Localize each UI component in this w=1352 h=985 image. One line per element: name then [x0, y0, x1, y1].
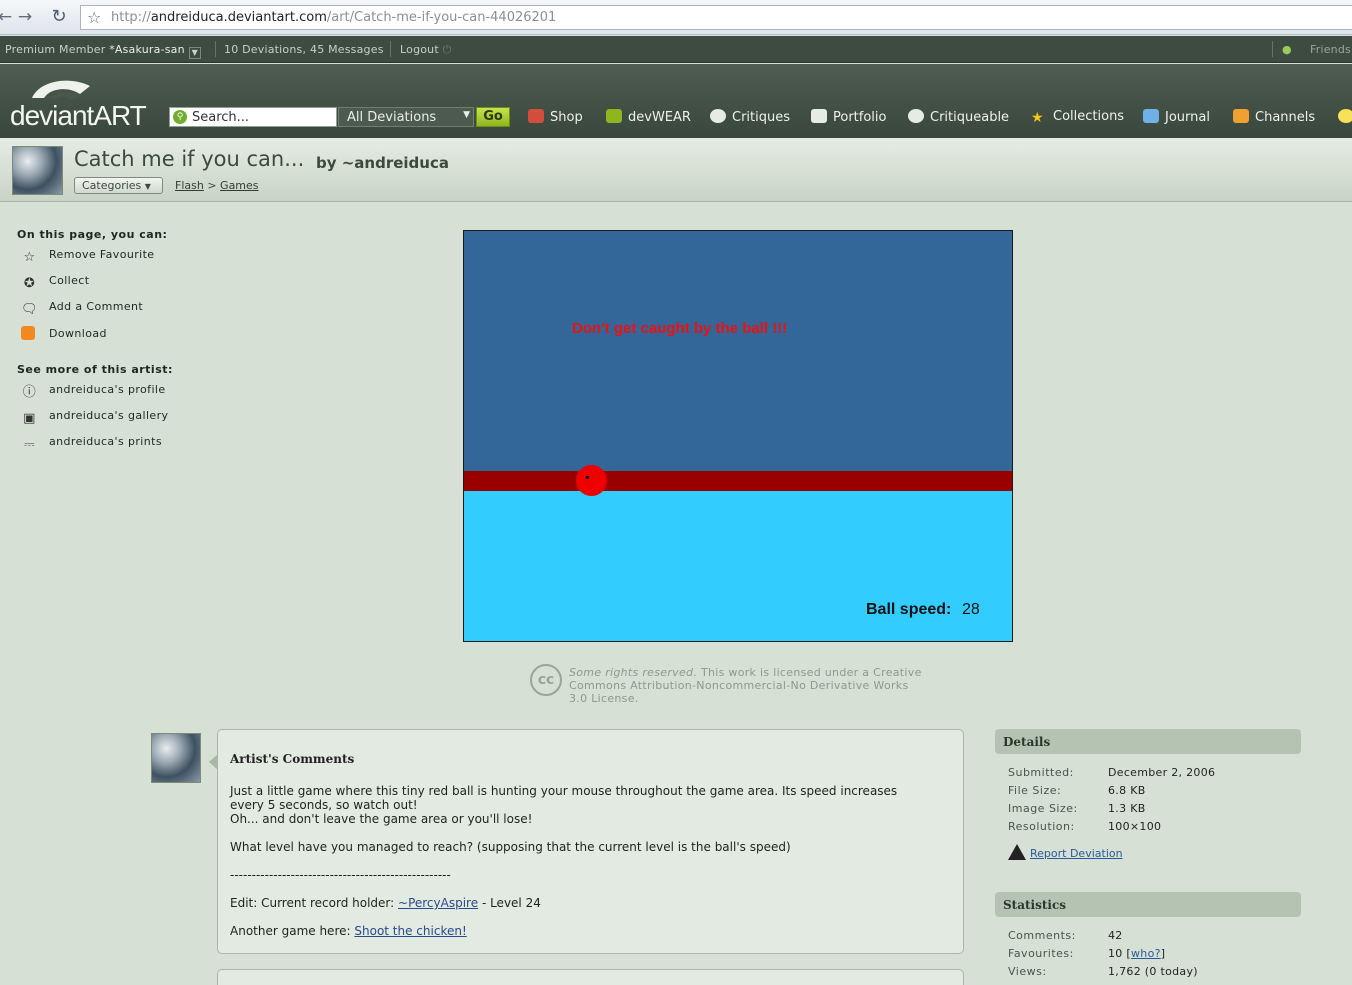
resolution-value: 100×100 — [1108, 820, 1162, 833]
artist-byline[interactable]: by ~andreiduca — [316, 154, 449, 172]
image-size-value: 1.3 KB — [1108, 802, 1146, 815]
submitted-value: December 2, 2006 — [1108, 766, 1216, 779]
page-title: Catch me if you can... — [74, 147, 305, 171]
shop-icon — [528, 109, 544, 123]
artist-prints-link[interactable]: ⎓ andreiduca's prints — [21, 435, 162, 453]
nav-channels[interactable]: Channels — [1233, 109, 1315, 125]
favourites-count: 10 [who?] — [1108, 947, 1166, 960]
nav-shop[interactable]: Shop — [528, 109, 583, 125]
url-text: http://andreiduca.deviantart.com/art/Cat… — [111, 10, 557, 25]
flash-game[interactable]: Don't get caught by the ball !!! Ball sp… — [463, 230, 1013, 642]
record-holder-link[interactable]: ~PercyAspire — [398, 896, 478, 910]
friends-status-icon[interactable]: ● — [1282, 43, 1292, 56]
game-message: Don't get caught by the ball !!! — [572, 320, 788, 337]
address-bar[interactable]: ☆ http://andreiduca.deviantart.com/art/C… — [80, 5, 1352, 30]
red-ball — [576, 465, 607, 496]
chevron-down-icon: ▼ — [144, 182, 151, 191]
journal-icon — [1143, 109, 1159, 123]
ball-speed-value: 28 — [962, 601, 980, 618]
add-comment-link[interactable]: 🗨 Add a Comment — [21, 300, 143, 318]
search-scope-select[interactable]: All Deviations ▼ — [338, 107, 474, 127]
breadcrumb-games[interactable]: Games — [220, 179, 258, 192]
gallery-icon: ▣ — [23, 411, 36, 426]
actions-heading: On this page, you can: — [17, 228, 168, 241]
logo-wordmark[interactable]: deviantART — [10, 100, 147, 132]
comments-count: 42 — [1108, 929, 1123, 942]
warning-icon — [1008, 844, 1026, 860]
game-lower-area — [464, 491, 1012, 641]
shoot-the-chicken-link[interactable]: Shoot the chicken! — [354, 924, 466, 938]
views-count: 1,762 (0 today) — [1108, 965, 1198, 978]
username-link[interactable]: *Asakura-san — [109, 43, 185, 56]
deviation-title-bar: Catch me if you can... by ~andreiduca Ca… — [0, 138, 1352, 202]
game-red-band — [464, 471, 1012, 491]
download-icon — [21, 326, 35, 340]
shirt-icon — [606, 109, 622, 123]
search-input[interactable]: ⚲ Search... — [169, 107, 337, 127]
license-text: Some rights reserved. This work is licen… — [569, 666, 922, 705]
logout-link[interactable]: Logout ⏻ — [400, 43, 451, 57]
artist-gallery-link[interactable]: ▣ andreiduca's gallery — [21, 409, 168, 427]
comment-icon: 🗨 — [21, 302, 38, 317]
smiley-icon[interactable] — [1338, 109, 1352, 125]
ball-eye — [586, 476, 589, 479]
messages-link[interactable]: 45 Messages — [310, 43, 384, 56]
breadcrumb: Flash > Games — [175, 179, 259, 192]
details-heading: Details — [995, 729, 1301, 754]
avatar[interactable] — [151, 733, 201, 783]
statistics-heading: Statistics — [995, 892, 1301, 917]
star-icon: ★ — [1031, 110, 1044, 126]
bookmark-star-icon[interactable]: ☆ — [87, 8, 101, 27]
browser-toolbar: ← → ↻ ☆ http://andreiduca.deviantart.com… — [0, 0, 1352, 35]
search-go-button[interactable]: Go — [476, 107, 510, 127]
tv-icon — [1233, 109, 1249, 123]
critiqueable-icon — [908, 109, 924, 123]
user-menu-dropdown-icon[interactable]: ▼ — [188, 47, 201, 59]
star-outline-icon: ☆ — [23, 250, 36, 265]
power-icon: ⏻ — [442, 43, 452, 56]
nav-critiqueable[interactable]: Critiqueable — [908, 109, 1009, 125]
info-icon: ⓘ — [22, 385, 37, 400]
prints-icon: ⎓ — [24, 437, 35, 452]
deviation-thumbnail[interactable] — [12, 146, 63, 195]
who-favourited-link[interactable]: who? — [1131, 947, 1161, 960]
collect-icon: ✪ — [23, 276, 36, 291]
categories-button[interactable]: Categories ▼ — [74, 177, 163, 194]
site-header: deviantART ⚲ Search... All Deviations ▼ … — [0, 64, 1352, 138]
artist-profile-link[interactable]: ⓘ andreiduca's profile — [21, 383, 166, 401]
ball-speed-label: Ball speed: — [866, 601, 952, 618]
nav-critiques[interactable]: Critiques — [710, 109, 790, 125]
nav-collections[interactable]: ★ Collections — [1031, 109, 1124, 125]
friends-link[interactable]: Friends — [1310, 43, 1351, 56]
critique-icon — [710, 109, 726, 123]
file-size-value: 6.8 KB — [1108, 784, 1146, 797]
breadcrumb-flash[interactable]: Flash — [175, 179, 204, 192]
search-icon: ⚲ — [173, 110, 187, 124]
report-deviation-link[interactable]: Report Deviation — [1008, 844, 1123, 860]
member-bar: Premium Member *Asakura-san ▼ 10 Deviatio… — [0, 36, 1352, 63]
creative-commons-icon[interactable]: cc — [530, 664, 562, 696]
artist-comments-title: Artist's Comments — [230, 752, 355, 766]
comments-panel — [217, 969, 964, 985]
forward-arrow-icon[interactable]: → — [14, 6, 36, 28]
chevron-down-icon: ▼ — [463, 110, 470, 120]
deviations-count-link[interactable]: 10 Deviations, — [224, 43, 306, 56]
nav-journal[interactable]: Journal — [1143, 109, 1210, 125]
nav-portfolio[interactable]: Portfolio — [811, 109, 886, 125]
artist-comments-panel: Artist's Comments Just a little game whe… — [209, 729, 964, 954]
nav-devwear[interactable]: devWEAR — [606, 109, 691, 125]
collect-link[interactable]: ✪ Collect — [21, 274, 89, 292]
download-link[interactable]: Download — [21, 326, 107, 340]
portfolio-icon — [811, 109, 827, 123]
see-more-heading: See more of this artist: — [17, 363, 173, 376]
remove-favourite-link[interactable]: ☆ Remove Favourite — [21, 248, 154, 266]
game-upper-area — [464, 231, 1012, 471]
membership-label: Premium Member *Asakura-san ▼ — [5, 43, 201, 59]
reload-icon[interactable]: ↻ — [48, 6, 70, 28]
